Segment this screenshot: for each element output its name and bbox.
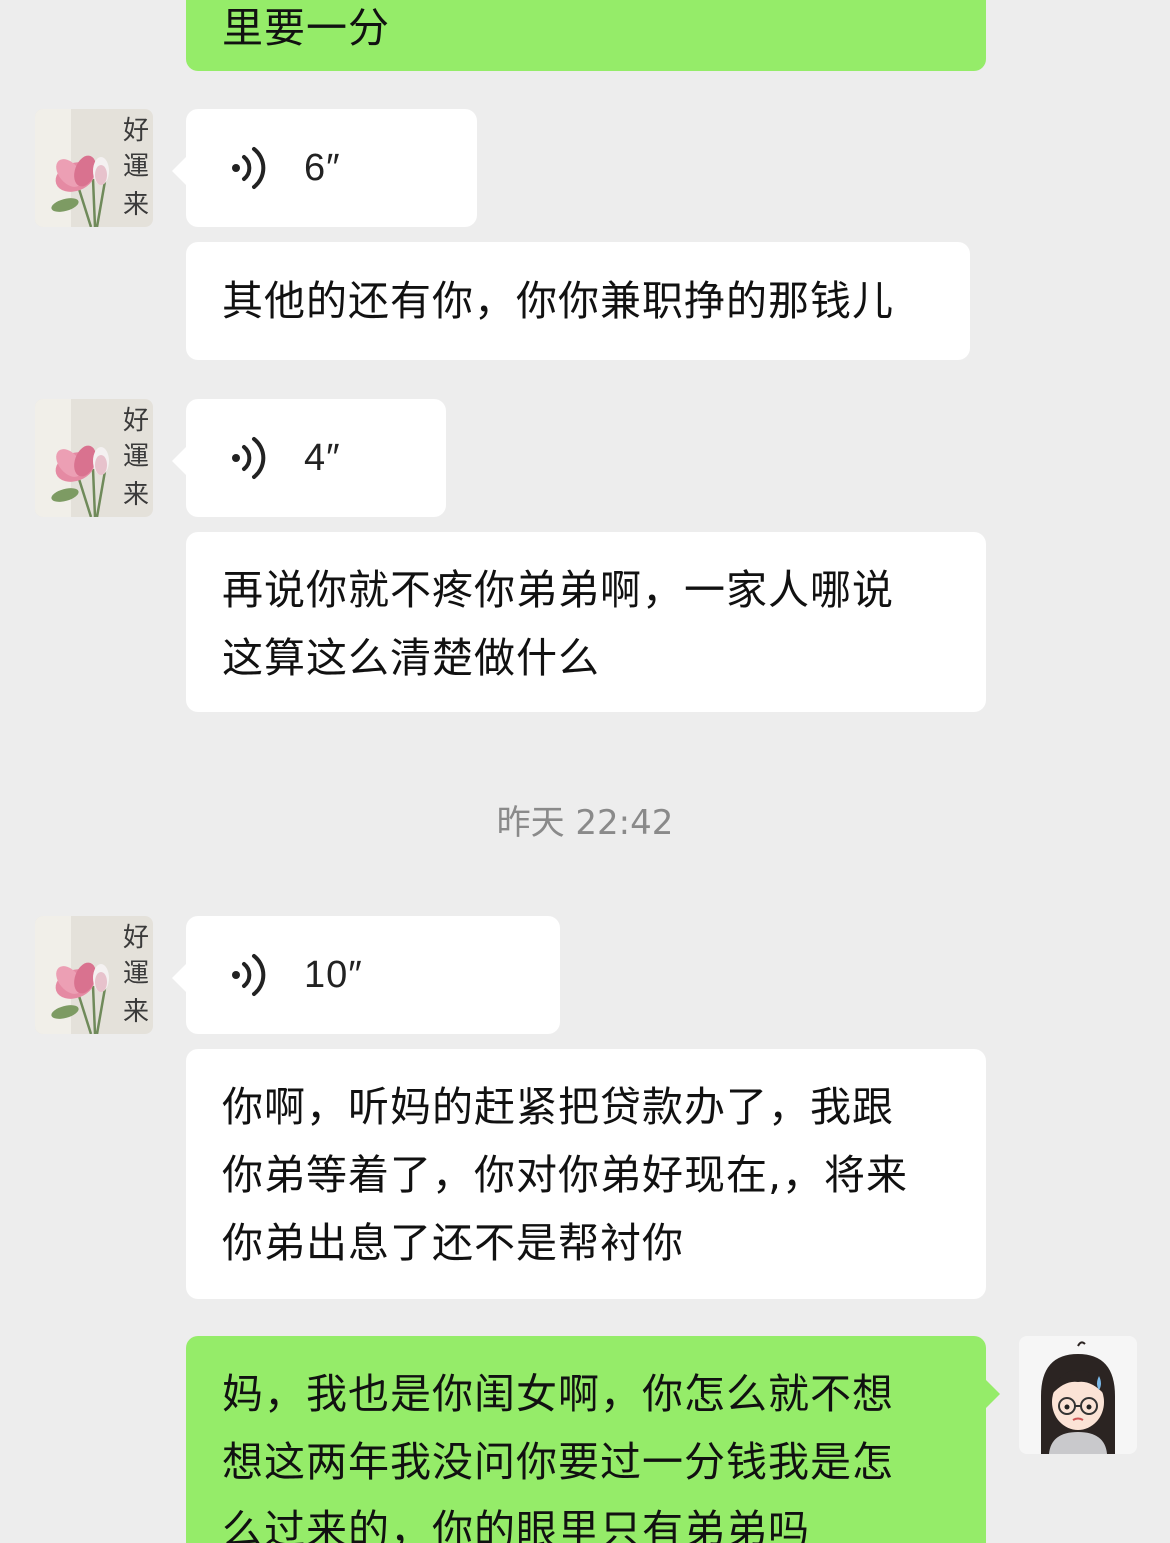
timestamp: 昨天 22:42 [496,803,674,843]
calligraphy-char: 来 [123,480,149,510]
cartoon-girl-avatar-image [1019,1336,1137,1454]
message-text: 其他的还有你，你你兼职挣的那钱儿 [222,277,894,325]
calligraphy-char: 好 [123,406,149,436]
lotus-avatar-image: 好 運 来 [35,916,153,1034]
voice-wave-icon [232,147,266,189]
voice-message[interactable]: 6″ [172,109,477,227]
message-line: 想这两年我没问你要过一分钱我是怎 [222,1438,894,1486]
message-line: 这算这么清楚做什么 [222,634,600,682]
calligraphy-char: 運 [123,959,149,989]
message-line: 你啊，听妈的赶紧把贷款办了，我跟 [222,1083,894,1131]
lotus-avatar-image: 好 運 来 [35,109,153,227]
lotus-avatar-image: 好 運 来 [35,399,153,517]
contact-avatar[interactable]: 好 運 来 [35,916,153,1034]
calligraphy-char: 来 [123,190,149,220]
message-text: 里要一分 [222,4,390,52]
voice-message[interactable]: 10″ [172,916,560,1034]
incoming-message[interactable]: 再说你就不疼你弟弟啊，一家人哪说 这算这么清楚做什么 [186,532,986,712]
voice-wave-icon [232,954,266,996]
voice-wave-icon [232,437,266,479]
message-line: 再说你就不疼你弟弟啊，一家人哪说 [222,566,894,614]
contact-avatar[interactable]: 好 運 来 [35,109,153,227]
calligraphy-char: 好 [123,116,149,146]
my-avatar[interactable] [1019,1336,1137,1454]
message-line: 你弟出息了还不是帮衬你 [222,1219,684,1267]
message-line: 你弟等着了，你对你弟好现在,，将来 [222,1151,909,1199]
calligraphy-char: 運 [123,152,149,182]
voice-message[interactable]: 4″ [172,399,446,517]
message-line: 么过来的，你的眼里只有弟弟吗 [222,1506,810,1543]
calligraphy-char: 好 [123,923,149,953]
contact-avatar[interactable]: 好 運 来 [35,399,153,517]
outgoing-message[interactable]: 妈，我也是你闺女啊，你怎么就不想 想这两年我没问你要过一分钱我是怎 么过来的，你… [186,1336,1000,1543]
calligraphy-char: 来 [123,997,149,1027]
voice-duration: 10″ [304,954,363,996]
calligraphy-char: 運 [123,442,149,472]
incoming-message[interactable]: 你啊，听妈的赶紧把贷款办了，我跟 你弟等着了，你对你弟好现在,，将来 你弟出息了… [186,1049,986,1299]
voice-duration: 4″ [304,437,341,479]
voice-duration: 6″ [304,147,341,189]
message-line: 妈，我也是你闺女啊，你怎么就不想 [222,1370,894,1418]
outgoing-message[interactable]: 里要一分 [186,0,986,71]
chat-window: 里要一分 好 運 来 6″ 其他的还有你，你你兼职挣的那钱儿 好 運 来 4″ … [0,0,1170,1543]
incoming-message[interactable]: 其他的还有你，你你兼职挣的那钱儿 [186,242,970,360]
